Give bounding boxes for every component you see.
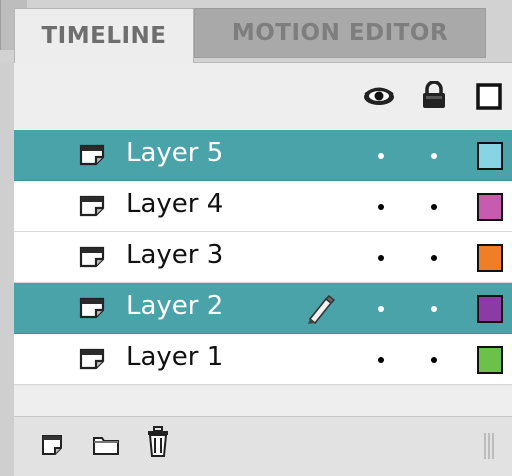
lock-toggle[interactable] <box>431 306 437 312</box>
tab-timeline[interactable]: TIMELINE <box>14 8 194 63</box>
layer-row[interactable]: Layer 4 <box>14 181 512 232</box>
eye-icon[interactable] <box>362 85 396 113</box>
outline-color-swatch[interactable] <box>477 142 503 170</box>
layer-icon <box>78 143 106 167</box>
lock-toggle[interactable] <box>431 255 437 261</box>
lock-toggle[interactable] <box>431 204 437 210</box>
outline-color-swatch[interactable] <box>477 193 503 221</box>
layer-row[interactable]: Layer 1 <box>14 334 512 385</box>
outline-color-swatch[interactable] <box>477 244 503 272</box>
layer-name[interactable]: Layer 3 <box>126 240 223 270</box>
panel-left-edge <box>0 62 14 476</box>
visibility-toggle[interactable] <box>378 204 384 210</box>
layer-icon <box>78 347 106 371</box>
layer-row[interactable]: Layer 3 <box>14 232 512 283</box>
timeline-panel: TIMELINE MOTION EDITOR Layer 5 Layer 4 L… <box>0 0 512 476</box>
new-layer-icon[interactable] <box>40 433 64 461</box>
pencil-icon <box>304 293 336 325</box>
resize-grip-icon[interactable] <box>482 431 496 461</box>
tab-bar: TIMELINE MOTION EDITOR <box>0 0 512 63</box>
outline-icon[interactable] <box>476 83 502 114</box>
tab-motion-editor[interactable]: MOTION EDITOR <box>194 8 486 58</box>
outline-color-swatch[interactable] <box>477 295 503 323</box>
layer-icon <box>78 194 106 218</box>
layer-name[interactable]: Layer 5 <box>126 138 223 168</box>
layer-header-row <box>14 63 512 130</box>
layer-name[interactable]: Layer 1 <box>126 342 223 372</box>
visibility-toggle[interactable] <box>378 306 384 312</box>
visibility-toggle[interactable] <box>378 255 384 261</box>
layer-list: Layer 5 Layer 4 Layer 3 Layer 2 Layer 1 <box>14 130 512 385</box>
new-folder-icon[interactable] <box>92 434 120 460</box>
delete-icon[interactable] <box>146 426 170 462</box>
lock-toggle[interactable] <box>431 153 437 159</box>
visibility-toggle[interactable] <box>378 153 384 159</box>
layer-icon <box>78 245 106 269</box>
layer-row[interactable]: Layer 5 <box>14 130 512 181</box>
outline-color-swatch[interactable] <box>477 346 503 374</box>
lock-toggle[interactable] <box>431 357 437 363</box>
layer-row[interactable]: Layer 2 <box>14 283 512 334</box>
layer-list-empty-area[interactable] <box>14 386 512 416</box>
timeline-toolbar <box>14 416 512 476</box>
layer-name[interactable]: Layer 4 <box>126 189 223 219</box>
layer-icon <box>78 296 106 320</box>
lock-icon[interactable] <box>421 80 447 113</box>
visibility-toggle[interactable] <box>378 357 384 363</box>
layer-name[interactable]: Layer 2 <box>126 291 223 321</box>
